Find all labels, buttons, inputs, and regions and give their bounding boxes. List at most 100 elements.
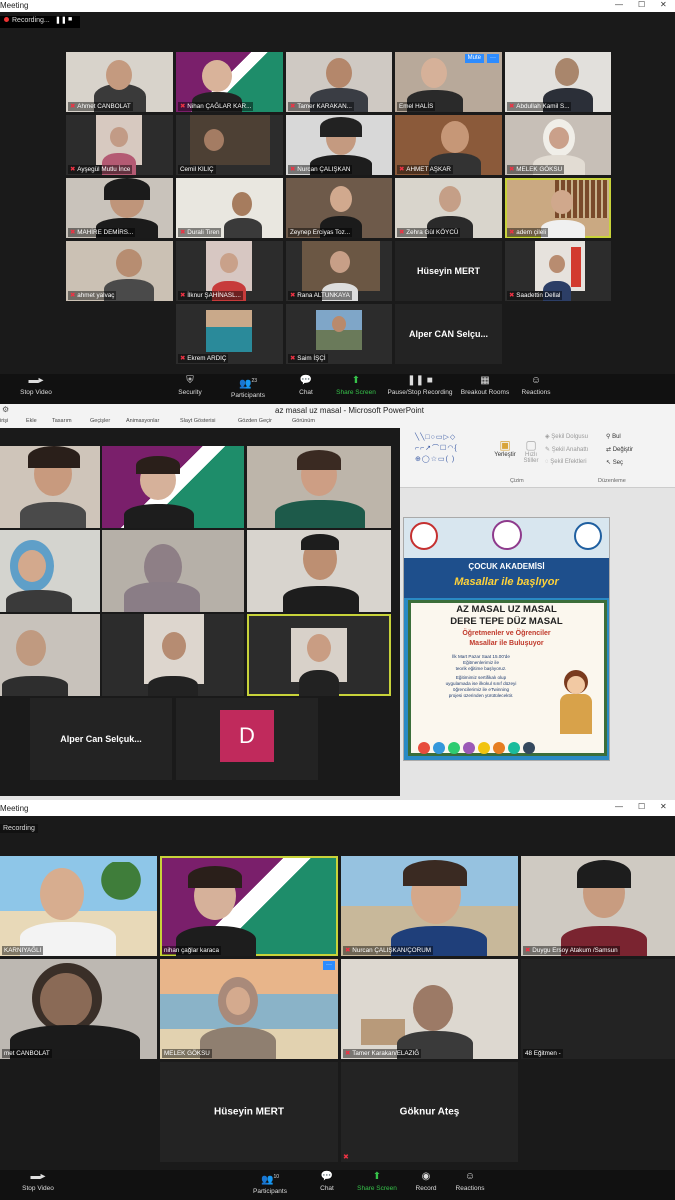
more-options-icon[interactable]: ··· (487, 54, 499, 63)
participant-tile[interactable] (0, 614, 100, 696)
tab-animations[interactable]: Animasyonlar (126, 418, 159, 424)
participant-tile[interactable]: Mute ··· Emel HALİS (395, 52, 502, 112)
participant-tile[interactable]: ✖ Abdullah Kamil S... (505, 52, 611, 112)
participant-tile[interactable]: ✖ MAHİRE DEMİRS... (66, 178, 173, 238)
shape-outline-button[interactable]: ✎ Şekil Anahattı (545, 446, 588, 453)
participant-name: ✖ ahmet yalvaç (68, 291, 117, 300)
participant-tile[interactable]: ✖ Rana ALTUNKAYA (286, 241, 392, 301)
participant-tile[interactable]: KARNIYAĞLI (0, 856, 157, 956)
participant-tile[interactable]: Cemil KILIÇ (176, 115, 283, 175)
participants-button[interactable]: 👥10 Participants (242, 1170, 298, 1196)
tab-design[interactable]: Tasarım (52, 418, 72, 424)
mic-muted-icon: ✖ (399, 229, 405, 236)
participant-tile[interactable] (0, 446, 100, 528)
maximize-button[interactable]: ☐ (638, 802, 645, 811)
participant-tile[interactable]: ✖ Zehra Gül KÖYCÜ (395, 178, 502, 238)
tab-slideshow[interactable]: Slayt Gösterisi (180, 418, 215, 424)
replace-button[interactable]: ⇄ Değiştir (606, 446, 633, 453)
more-options-icon[interactable]: ··· (323, 961, 335, 970)
logo-badge (574, 522, 602, 550)
participant-tile[interactable] (247, 446, 391, 528)
mic-muted-icon: ✖ (509, 292, 515, 299)
chat-button[interactable]: 💬 Chat (278, 374, 334, 397)
tab-view[interactable]: Görünüm (292, 418, 315, 424)
participant-tile-no-video[interactable]: D (176, 698, 318, 780)
participant-tile-active-speaker[interactable]: nihan çağlar karaca (160, 856, 338, 956)
slide-poster[interactable]: ÇOCUK AKADEMİSİ Masallar ile başlıyor AZ… (403, 517, 610, 761)
mic-muted-icon: ✖ (180, 355, 186, 362)
mute-badge[interactable]: Mute (464, 54, 484, 63)
shapes-gallery[interactable]: ╲╲□○▭▷◇ ⌐⌐↗⌒☐◠{⊕◯☆▭( ) (415, 432, 489, 468)
participant-tile[interactable]: ··· MELEK GÖKSU (160, 959, 338, 1059)
tab-insert[interactable]: Ekle (26, 418, 37, 424)
participant-tile-no-video[interactable]: Alper CAN Selçu... (395, 304, 502, 364)
participant-tile-active-speaker[interactable]: ✖ adem çileli (505, 178, 611, 238)
participant-tile[interactable]: ✖ Ahmet CANBOLAT (66, 52, 173, 112)
participant-tile[interactable]: ✖ Tamer KARAKAN... (286, 52, 392, 112)
maximize-button[interactable]: ☐ (638, 0, 645, 9)
participant-tile[interactable] (0, 530, 100, 612)
participant-name: MELEK GÖKSU (162, 1049, 212, 1058)
participant-tile-no-video[interactable]: Hüseyin MERT (160, 1062, 338, 1162)
participant-tile-no-video[interactable]: Göknur Ateş ✖ (341, 1062, 518, 1162)
arrange-button[interactable]: ▣ Yerleştir (490, 438, 520, 458)
shape-fill-button[interactable]: ◈ Şekil Dolgusu (545, 433, 588, 440)
security-button[interactable]: ⛨ Security (162, 374, 218, 397)
pause-icon[interactable]: ❚❚ (55, 16, 67, 24)
window-title-bar: Meeting — ☐ ✕ (0, 0, 675, 12)
select-button[interactable]: ↖ Seç (606, 459, 623, 466)
find-button[interactable]: ⚲ Bul (606, 433, 621, 440)
participant-tile[interactable]: ✖ Saim İŞÇİ (286, 304, 392, 364)
participant-tile[interactable]: ✖ Ayşegül Mutlu İnce (66, 115, 173, 175)
tab-home[interactable]: irişi (0, 418, 8, 424)
participant-tile[interactable]: ✖ Nihan ÇAĞLAR KAR... (176, 52, 283, 112)
minimize-button[interactable]: — (615, 0, 623, 9)
participant-tile[interactable]: ✖ ahmet yalvaç (66, 241, 173, 301)
settings-icon[interactable]: ⚙ (2, 405, 9, 414)
reactions-button[interactable]: ☺ Reactions (442, 1170, 498, 1193)
slide-subtitle-2: Masallar ile başlıyor (454, 576, 559, 588)
participant-tile-no-video[interactable]: 48 Eğitmen - (521, 959, 675, 1059)
tab-review[interactable]: Gözden Geçir (238, 418, 272, 424)
participant-name: ✖ Tamer KARAKAN... (288, 102, 354, 111)
tab-transitions[interactable]: Geçişler (90, 418, 110, 424)
minimize-button[interactable]: — (615, 802, 623, 811)
close-button[interactable]: ✕ (660, 802, 667, 811)
participant-tile[interactable]: ✖ Saadettin Dellal (505, 241, 611, 301)
participant-tile[interactable]: ✖ İlknur ŞAHİNASL... (176, 241, 283, 301)
participant-tile[interactable]: ✖ Nurcan ÇALIŞKAN (286, 115, 392, 175)
participant-tile[interactable]: met CANBOLAT (0, 959, 157, 1059)
participant-tile[interactable]: Zeynep Erciyas Toz... (286, 178, 392, 238)
reactions-button[interactable]: ☺ Reactions (508, 374, 564, 397)
participant-name: KARNIYAĞLI (2, 946, 44, 955)
close-button[interactable]: ✕ (660, 0, 667, 9)
participant-tile[interactable] (102, 614, 244, 696)
breakout-rooms-button[interactable]: ▦ Breakout Rooms (457, 374, 513, 397)
participant-tile[interactable]: ✖ Ekrem ARDIÇ (176, 304, 283, 364)
cursor-icon: ↖ (606, 460, 613, 466)
stop-video-button[interactable]: ▬▸ Stop Video (8, 374, 64, 397)
quick-styles-button[interactable]: ▢ Hızlı Stiller (518, 438, 544, 464)
participant-name: ✖ MAHİRE DEMİRS... (68, 228, 136, 237)
participant-tile-no-video[interactable]: Alper Can Selçuk... (30, 698, 172, 780)
participant-tile[interactable]: ✖ MELEK GÖKSU (505, 115, 611, 175)
participant-tile-no-video[interactable]: Hüseyin MERT (395, 241, 502, 301)
participant-tile[interactable]: ✖ Duygu Ersoy Atakum /Samsun (521, 856, 675, 956)
pause-stop-recording-button[interactable]: ❚❚ ■ Pause/Stop Recording (384, 374, 456, 397)
stop-video-button[interactable]: ▬▸ Stop Video (10, 1170, 66, 1193)
participant-tile[interactable]: ✖ Nurcan ÇALIŞKAN/ÇORUM (341, 856, 518, 956)
participant-tile[interactable]: ✖ AHMET AŞKAR (395, 115, 502, 175)
participant-tile-active-speaker[interactable] (247, 614, 391, 696)
chat-button[interactable]: 💬 Chat (299, 1170, 355, 1193)
participant-tile[interactable] (102, 530, 244, 612)
shape-effects-button[interactable]: ◌ Şekil Efektleri (545, 459, 587, 465)
share-screen-button[interactable]: ⬆ Share Screen (349, 1170, 405, 1193)
stop-icon[interactable]: ■ (68, 16, 72, 23)
participants-button[interactable]: 👥23 Participants (220, 374, 276, 400)
participant-tile[interactable]: ✖ Durali Tiren (176, 178, 283, 238)
participant-tile[interactable] (102, 446, 244, 528)
participant-tile[interactable] (247, 530, 391, 612)
smiley-icon: ☺ (464, 1171, 476, 1182)
share-screen-button[interactable]: ⬆ Share Screen (328, 374, 384, 397)
participant-tile[interactable]: ✖ Tamer Karakan/ELAZIĞ (341, 959, 518, 1059)
